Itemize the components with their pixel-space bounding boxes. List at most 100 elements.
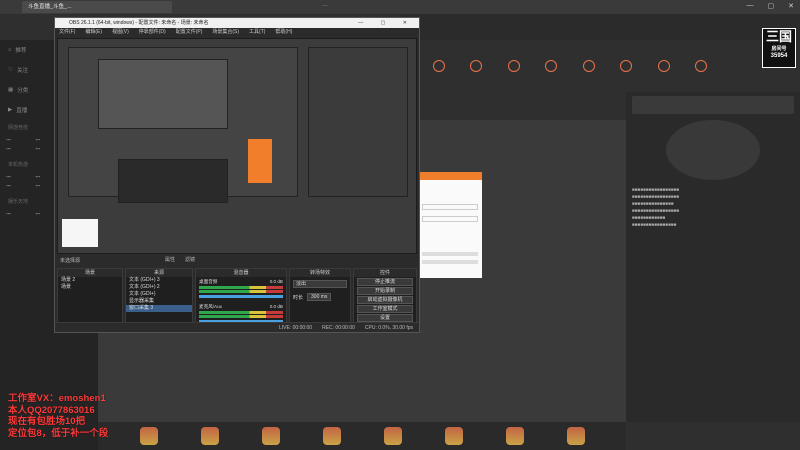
dock-title: 混音器 bbox=[196, 269, 286, 277]
virtual-camera-button[interactable]: 启动虚拟摄像机 bbox=[357, 296, 413, 304]
grid-placeholder[interactable]: ▪▪▪ bbox=[6, 211, 33, 216]
gift-icon[interactable] bbox=[505, 427, 524, 445]
nav-item[interactable] bbox=[470, 60, 483, 90]
dialog-field[interactable] bbox=[422, 204, 478, 210]
sidebar-item-label: 关注 bbox=[16, 68, 28, 74]
gift-icon[interactable] bbox=[383, 427, 402, 445]
obs-status-bar: LIVE: 00:00:00 REC: 00:00:00 CPU: 0.0%, … bbox=[55, 322, 419, 332]
obs-window-controls[interactable]: — ▢ ✕ bbox=[358, 18, 415, 28]
source-item[interactable]: 文本 (GDI+) bbox=[126, 291, 192, 298]
home-icon: ⌂ bbox=[8, 47, 12, 53]
grid-placeholder[interactable]: ▪▪▪ bbox=[6, 174, 33, 179]
logo-subtitle: 房间号 bbox=[771, 46, 787, 52]
grid-placeholder[interactable]: ▪▪▪ bbox=[6, 146, 33, 151]
dialog-line bbox=[422, 260, 478, 264]
dock-title: 来源 bbox=[126, 269, 192, 277]
logo-title: 三国 bbox=[765, 29, 792, 44]
obs-title-text: OBS 26.1.1 (64-bit, windows) - 配置文件: 未命名… bbox=[69, 20, 209, 26]
share-dialog bbox=[418, 172, 482, 278]
nested-note bbox=[62, 219, 98, 247]
start-recording-button[interactable]: 开始录制 bbox=[357, 287, 413, 295]
channel-db: 0.0 dB bbox=[269, 279, 283, 284]
gift-icon[interactable] bbox=[322, 427, 341, 445]
browser-title-bar: 斗鱼直播_斗鱼_... … — ▢ ✕ bbox=[0, 0, 800, 14]
minimize-icon[interactable]: — bbox=[747, 2, 754, 10]
grid-placeholder[interactable]: ▪▪▪ bbox=[6, 183, 33, 188]
menu-help[interactable]: 帮助(H) bbox=[275, 28, 292, 37]
gift-icon[interactable] bbox=[566, 427, 585, 445]
menu-edit[interactable]: 编辑(E) bbox=[85, 28, 102, 37]
menu-scene-collection[interactable]: 场景集合(S) bbox=[212, 28, 239, 37]
overlay-line: 工作室VX：emoshen1 bbox=[8, 393, 106, 404]
source-item[interactable]: 文本 (GDI+) 3 bbox=[126, 277, 192, 284]
browser-window-controls: — ▢ ✕ bbox=[747, 2, 795, 10]
menu-docks[interactable]: 停靠部件(D) bbox=[139, 28, 166, 37]
audio-meter bbox=[199, 315, 283, 318]
dialog-field[interactable] bbox=[422, 216, 478, 222]
chat-message: ■■■■■■■■■■■■■■■■ bbox=[632, 222, 677, 227]
room-number: 35954 bbox=[770, 53, 788, 59]
chat-message: ■■■■■■■■■■■■■■■■■ bbox=[632, 208, 680, 213]
audio-meter bbox=[199, 286, 283, 289]
properties-button[interactable]: 属性 bbox=[165, 256, 175, 263]
scene-item[interactable]: 场景 2 bbox=[58, 277, 122, 284]
nav-item[interactable] bbox=[582, 60, 595, 90]
nav-icon bbox=[657, 60, 670, 72]
nav-item[interactable] bbox=[432, 60, 445, 90]
settings-button[interactable]: 设置 bbox=[357, 314, 413, 322]
chat-message: ■■■■■■■■■■■■ bbox=[632, 215, 666, 220]
nav-icon bbox=[470, 60, 483, 72]
studio-mode-button[interactable]: 工作室模式 bbox=[357, 305, 413, 313]
nav-icon bbox=[620, 60, 633, 72]
browser-tab[interactable]: 斗鱼直播_斗鱼_... bbox=[22, 1, 172, 13]
filters-button[interactable]: 滤镜 bbox=[185, 256, 195, 263]
source-item[interactable]: 显示器采集 bbox=[126, 298, 192, 305]
gift-icon[interactable] bbox=[444, 427, 463, 445]
transition-select[interactable]: 淡出 bbox=[293, 280, 347, 288]
source-item[interactable]: 窗口采集 3 bbox=[126, 305, 192, 312]
nav-item[interactable] bbox=[657, 60, 670, 90]
overlay-line: 本人QQ2077863016 bbox=[8, 404, 95, 416]
menu-profile[interactable]: 配置文件(P) bbox=[176, 28, 203, 37]
menu-view[interactable]: 视图(V) bbox=[112, 28, 129, 37]
sidebar-item-label: 分类 bbox=[17, 88, 29, 94]
obs-window: OBS 26.1.1 (64-bit, windows) - 配置文件: 未命名… bbox=[54, 17, 420, 333]
grid-placeholder[interactable]: ▪▪▪ bbox=[6, 137, 33, 142]
close-icon[interactable]: ✕ bbox=[788, 2, 794, 10]
nav-icon bbox=[582, 60, 595, 72]
overlay-promo-text: 工作室VX：emoshen1 本人QQ2077863016 现在有包胜场10把 … bbox=[8, 393, 108, 439]
rank-banner bbox=[632, 96, 794, 114]
browser-center-text: … bbox=[322, 2, 328, 8]
stop-streaming-button[interactable]: 停止推流 bbox=[357, 278, 413, 286]
gift-icon[interactable] bbox=[139, 427, 158, 445]
duration-row: 时长 300 ms bbox=[290, 291, 350, 303]
nav-item[interactable] bbox=[620, 60, 633, 90]
nav-icon bbox=[545, 60, 558, 72]
scene-item[interactable]: 场景 bbox=[58, 284, 122, 291]
volume-slider[interactable] bbox=[199, 295, 283, 298]
nav-icon bbox=[695, 60, 708, 72]
mascot-image bbox=[666, 120, 760, 180]
menu-tools[interactable]: 工具(T) bbox=[249, 28, 265, 37]
channel-name: 麦克风/Aux bbox=[199, 304, 222, 309]
menu-file[interactable]: 文件(F) bbox=[59, 28, 75, 37]
source-item[interactable]: 文本 (GDI+) 2 bbox=[126, 284, 192, 291]
audio-meter bbox=[199, 311, 283, 314]
gift-icon[interactable] bbox=[200, 427, 219, 445]
gift-icon[interactable] bbox=[261, 427, 280, 445]
dock-title: 控件 bbox=[354, 269, 416, 277]
overlay-line: 定位包8，低于补一个段 bbox=[8, 427, 109, 439]
nav-icon bbox=[507, 60, 520, 72]
nav-item[interactable] bbox=[695, 60, 708, 90]
nav-item[interactable] bbox=[507, 60, 520, 90]
heart-icon: ♡ bbox=[8, 67, 13, 73]
maximize-icon[interactable]: ▢ bbox=[768, 2, 775, 10]
dialog-line bbox=[422, 252, 478, 256]
duration-input[interactable]: 300 ms bbox=[307, 293, 332, 301]
nav-icon bbox=[432, 60, 445, 72]
nav-item[interactable] bbox=[545, 60, 558, 90]
chat-panel: ■■■■■■■■■■■■■■■■■ ■■■■■■■■■■■■■■■■■ ■■■■… bbox=[626, 92, 800, 422]
obs-preview[interactable] bbox=[57, 38, 417, 254]
nested-dialog bbox=[248, 139, 272, 183]
sidebar-item-label: 推荐 bbox=[15, 48, 27, 54]
